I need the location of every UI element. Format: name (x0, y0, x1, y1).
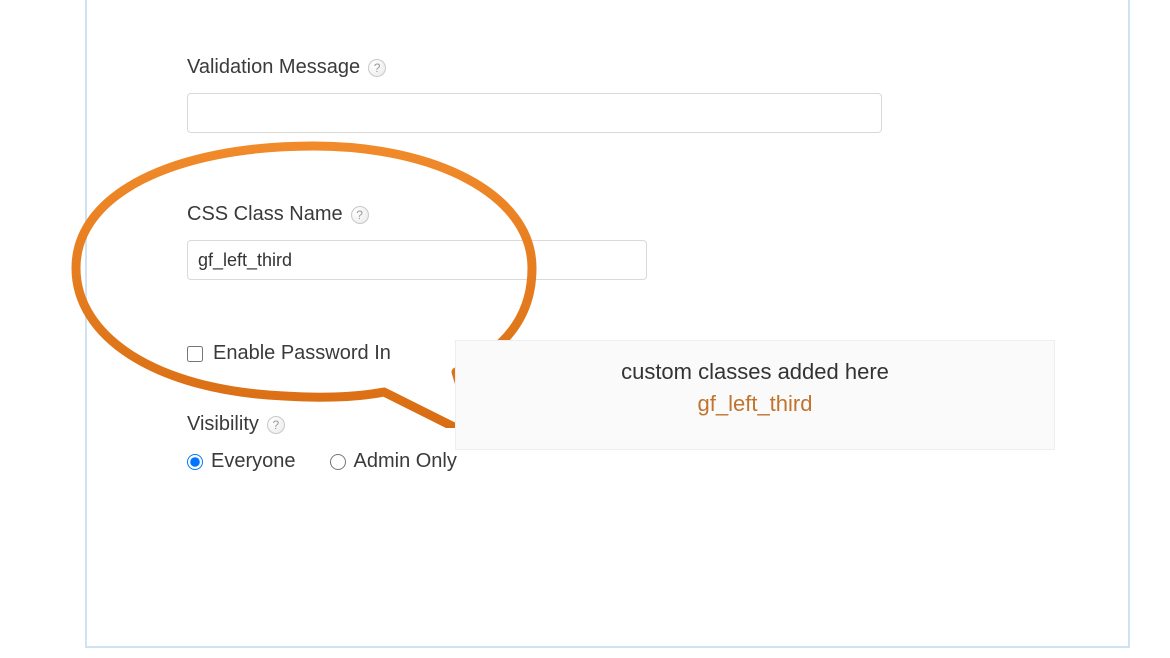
visibility-label-admin: Admin Only (354, 450, 457, 473)
visibility-radio-everyone[interactable] (187, 454, 203, 470)
enable-password-row: Enable Password In (187, 342, 1088, 365)
visibility-radio-group: Everyone Admin Only (187, 450, 1088, 473)
css-class-row: CSS Class Name (187, 203, 1088, 280)
visibility-label: Visibility (187, 413, 259, 436)
enable-password-label: Enable Password In (213, 342, 391, 365)
help-icon[interactable] (351, 206, 369, 224)
css-class-input[interactable] (187, 240, 647, 280)
visibility-radio-admin[interactable] (330, 454, 346, 470)
label-line: Validation Message (187, 56, 1088, 79)
visibility-option-admin[interactable]: Admin Only (330, 450, 457, 473)
help-icon[interactable] (267, 416, 285, 434)
label-line: CSS Class Name (187, 203, 1088, 226)
visibility-option-everyone[interactable]: Everyone (187, 450, 296, 473)
validation-message-row: Validation Message (187, 56, 1088, 133)
field-settings-panel: Validation Message CSS Class Name Enable… (85, 0, 1130, 648)
visibility-label-everyone: Everyone (211, 450, 296, 473)
label-line: Visibility (187, 413, 1088, 436)
css-class-label: CSS Class Name (187, 203, 343, 226)
enable-password-checkbox[interactable] (187, 346, 203, 362)
help-icon[interactable] (368, 59, 386, 77)
validation-message-input[interactable] (187, 93, 882, 133)
visibility-row: Visibility Everyone Admin Only (187, 413, 1088, 473)
validation-message-label: Validation Message (187, 56, 360, 79)
